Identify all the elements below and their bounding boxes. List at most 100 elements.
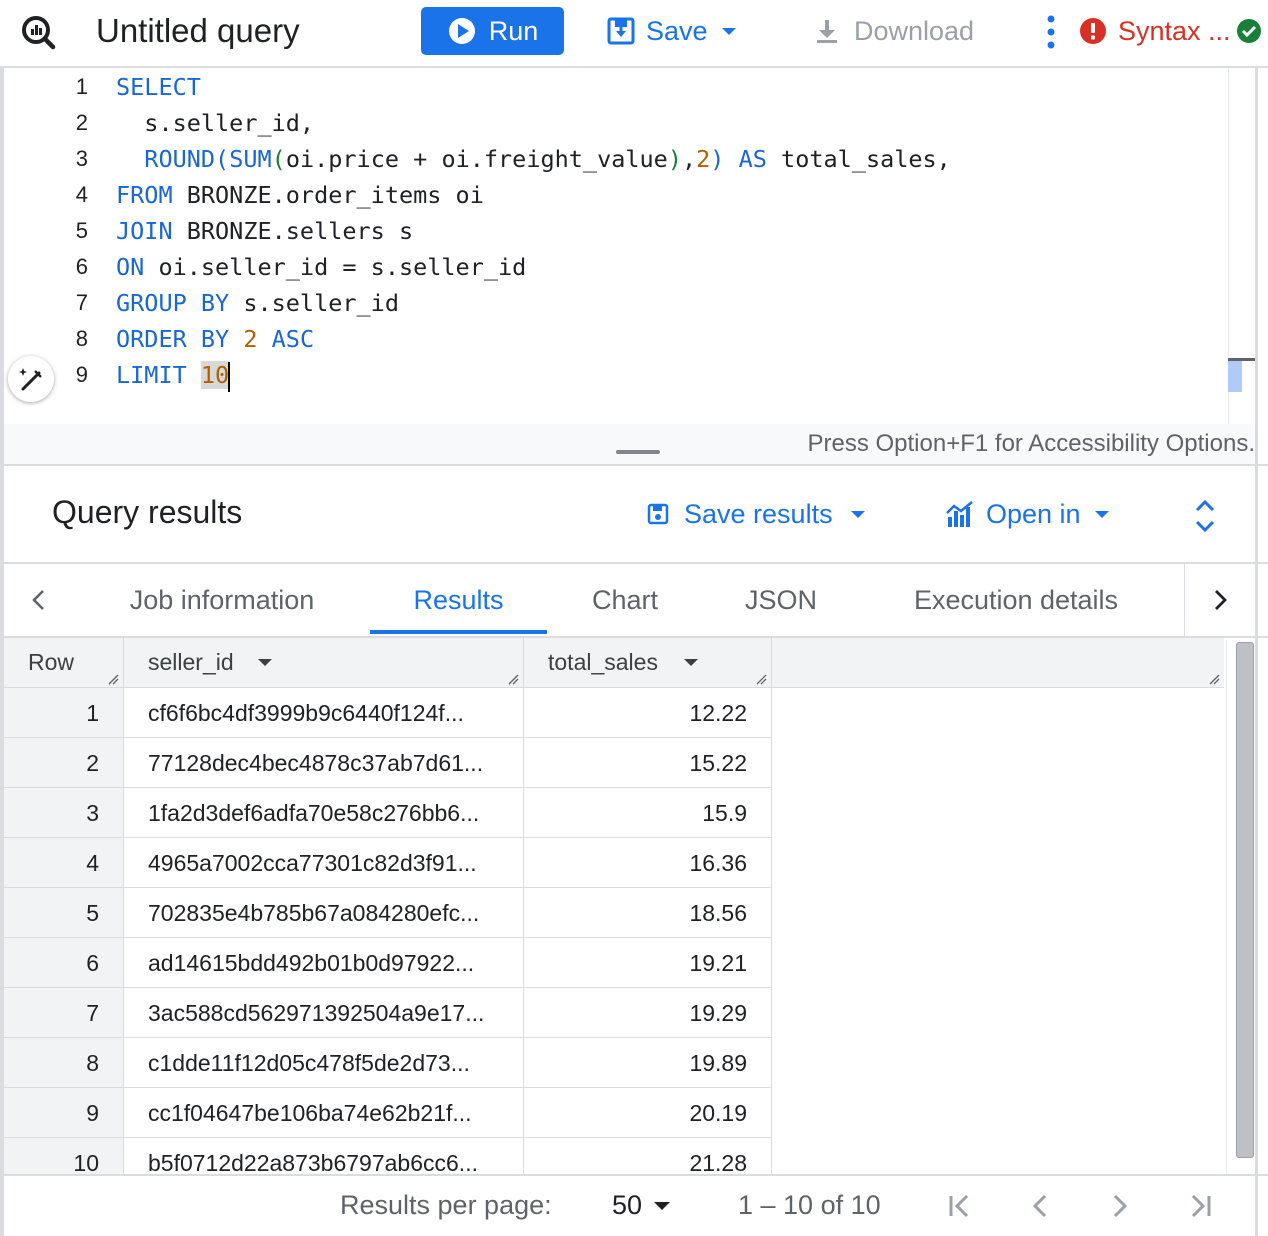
- line-number: 2: [75, 110, 88, 135]
- column-header-label: Row: [28, 649, 75, 675]
- resize-icon[interactable]: [107, 673, 119, 685]
- open-in-button[interactable]: Open in: [944, 496, 1109, 532]
- total-sales-cell[interactable]: 21.28: [524, 1138, 772, 1174]
- total-sales-cell[interactable]: 15.22: [524, 738, 772, 788]
- page-range: 1 – 10 of 10: [738, 1190, 881, 1220]
- row-number-cell[interactable]: 8: [4, 1038, 124, 1088]
- total-sales-cell[interactable]: 12.22: [524, 688, 772, 738]
- seller-id-cell[interactable]: 3ac588cd562971392504a9e17...: [124, 988, 524, 1038]
- sort-menu-icon[interactable]: [684, 659, 698, 666]
- seller-id-cell[interactable]: 702835e4b785b67a084280efc...: [124, 888, 524, 938]
- ai-assist-button[interactable]: [8, 356, 54, 402]
- seller-id-cell[interactable]: 1fa2d3def6adfa70e58c276bb6...: [124, 788, 524, 838]
- resize-handle[interactable]: [616, 450, 660, 454]
- accessibility-hint: Press Option+F1 for Accessibility Option…: [807, 430, 1255, 457]
- minimap-selection: [1228, 358, 1242, 392]
- sort-menu-icon[interactable]: [258, 659, 272, 666]
- expand-icon[interactable]: [1192, 498, 1218, 534]
- tab-chart[interactable]: Chart: [580, 564, 670, 636]
- tab-job-information[interactable]: Job information: [116, 564, 328, 636]
- resize-icon[interactable]: [755, 673, 767, 685]
- column-header-total-sales[interactable]: total_sales: [524, 638, 772, 688]
- line-number: 1: [75, 74, 88, 99]
- seller-id-cell[interactable]: cf6f6bc4df3999b9c6440f124f...: [124, 688, 524, 738]
- code-line: SELECT: [116, 73, 201, 101]
- save-results-label: Save results: [684, 498, 833, 529]
- row-number-cell[interactable]: 10: [4, 1138, 124, 1174]
- last-page-icon[interactable]: [1182, 1188, 1218, 1224]
- minimap-cursor-mark: [1228, 358, 1255, 361]
- save-results-icon: [647, 503, 669, 525]
- play-icon: [448, 18, 475, 44]
- row-number-cell[interactable]: 9: [4, 1088, 124, 1138]
- scrollbar-thumb[interactable]: [1236, 642, 1254, 1158]
- tab-execution-details[interactable]: Execution details: [896, 564, 1136, 636]
- resize-icon[interactable]: [1208, 673, 1220, 685]
- download-button[interactable]: Download: [812, 11, 974, 51]
- sql-editor[interactable]: 1 2 3 4 5 6 7 8 9 SELECT s.seller_id, RO…: [4, 68, 1255, 464]
- column-header-empty: [772, 638, 1224, 688]
- text-cursor: [228, 361, 231, 392]
- tabs-scroll-left[interactable]: [4, 564, 74, 636]
- seller-id-cell[interactable]: ad14615bdd492b01b0d97922...: [124, 938, 524, 988]
- save-results-button[interactable]: Save results: [646, 496, 865, 532]
- first-page-icon[interactable]: [942, 1188, 978, 1224]
- chevron-left-icon[interactable]: [1022, 1188, 1058, 1224]
- seller-id-cell[interactable]: c1dde11f12d05c478f5de2d73...: [124, 1038, 524, 1088]
- line-number: 8: [75, 326, 88, 351]
- more-vert-icon[interactable]: [1038, 12, 1064, 52]
- bigquery-logo-icon: [22, 16, 56, 50]
- code-text-area[interactable]: SELECT s.seller_id, ROUND(SUM(oi.price +…: [116, 68, 1228, 424]
- row-number-cell[interactable]: 3: [4, 788, 124, 838]
- seller-id-cell[interactable]: 77128dec4bec4878c37ab7d61...: [124, 738, 524, 788]
- open-in-label: Open in: [986, 498, 1081, 529]
- syntax-status[interactable]: Syntax ...: [1078, 11, 1231, 51]
- total-sales-cell[interactable]: 20.19: [524, 1088, 772, 1138]
- per-page-label: Results per page:: [340, 1190, 552, 1220]
- chevron-down-icon: [850, 510, 865, 518]
- line-number: 4: [75, 182, 88, 207]
- editor-footer: Press Option+F1 for Accessibility Option…: [4, 424, 1255, 464]
- run-button[interactable]: Run: [421, 7, 564, 55]
- row-number-cell[interactable]: 1: [4, 688, 124, 738]
- code-line: GROUP BY s.seller_id: [116, 289, 399, 317]
- row-number-cell[interactable]: 5: [4, 888, 124, 938]
- row-number-cell[interactable]: 7: [4, 988, 124, 1038]
- chevron-down-icon: [721, 27, 736, 35]
- total-sales-cell[interactable]: 19.89: [524, 1038, 772, 1088]
- resize-icon[interactable]: [507, 673, 519, 685]
- per-page-select[interactable]: 50: [612, 1190, 671, 1221]
- code-line: LIMIT 10: [116, 357, 231, 393]
- code-line: ORDER BY 2 ASC: [116, 325, 315, 353]
- total-sales-cell[interactable]: 19.21: [524, 938, 772, 988]
- column-header-label: seller_id: [148, 649, 234, 675]
- tabs-scroll-right[interactable]: [1184, 564, 1254, 636]
- row-number-cell[interactable]: 2: [4, 738, 124, 788]
- seller-id-cell[interactable]: 4965a7002cca77301c82d3f91...: [124, 838, 524, 888]
- query-title[interactable]: Untitled query: [96, 10, 300, 52]
- column-header-seller-id[interactable]: seller_id: [124, 638, 524, 688]
- total-sales-cell[interactable]: 19.29: [524, 988, 772, 1038]
- check-circle-icon: [1237, 19, 1261, 43]
- error-icon: [1080, 18, 1106, 44]
- total-sales-cell[interactable]: 18.56: [524, 888, 772, 938]
- results-table: Row seller_id total_sales 1 cf6f6bc4df399…: [4, 638, 1224, 1174]
- download-icon: [817, 20, 837, 43]
- line-number: 7: [75, 290, 88, 315]
- total-sales-cell[interactable]: 16.36: [524, 838, 772, 888]
- results-title: Query results: [52, 494, 243, 530]
- line-number: 6: [75, 254, 88, 279]
- syntax-label: Syntax ...: [1118, 15, 1231, 46]
- total-sales-cell[interactable]: 15.9: [524, 788, 772, 838]
- seller-id-cell[interactable]: cc1f04647be106ba74e62b21f...: [124, 1088, 524, 1138]
- seller-id-cell[interactable]: b5f0712d22a873b6797ab6cc6...: [124, 1138, 524, 1174]
- row-number-cell[interactable]: 4: [4, 838, 124, 888]
- row-number-cell[interactable]: 6: [4, 938, 124, 988]
- tab-results[interactable]: Results: [370, 564, 547, 636]
- tab-json[interactable]: JSON: [738, 564, 824, 636]
- line-number: 3: [75, 146, 88, 171]
- chevron-right-icon[interactable]: [1102, 1188, 1138, 1224]
- column-header-row[interactable]: Row: [4, 638, 124, 688]
- pagination-bar: Results per page: 50 1 – 10 of 10: [4, 1176, 1255, 1236]
- save-button[interactable]: Save: [606, 11, 736, 51]
